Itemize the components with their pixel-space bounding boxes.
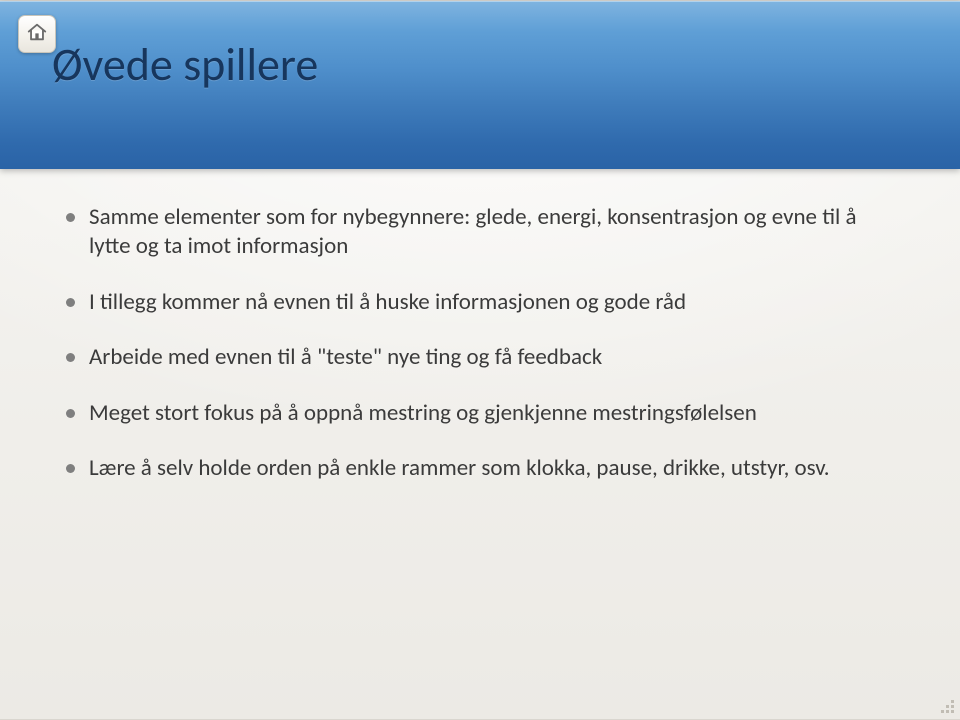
bullet-text: Meget stort fokus på å oppnå mestring og… bbox=[89, 399, 894, 428]
slide: Øvede spillere Samme elementer som for n… bbox=[0, 0, 960, 720]
list-item: I tillegg kommer nå evnen til å huske in… bbox=[66, 288, 894, 317]
bullet-icon bbox=[66, 464, 75, 473]
home-button[interactable] bbox=[18, 15, 56, 53]
home-icon bbox=[26, 21, 48, 48]
bullet-text: I tillegg kommer nå evnen til å huske in… bbox=[89, 288, 894, 317]
list-item: Arbeide med evnen til å "teste" nye ting… bbox=[66, 343, 894, 372]
bullet-text: Samme elementer som for nybegynnere: gle… bbox=[89, 203, 894, 262]
list-item: Samme elementer som for nybegynnere: gle… bbox=[66, 203, 894, 262]
resize-grip-icon bbox=[936, 695, 954, 713]
bullet-text: Arbeide med evnen til å "teste" nye ting… bbox=[89, 343, 894, 372]
bullet-icon bbox=[66, 213, 75, 222]
slide-title: Øvede spillere bbox=[52, 37, 318, 93]
bullet-icon bbox=[66, 353, 75, 362]
bullet-icon bbox=[66, 409, 75, 418]
list-item: Lære å selv holde orden på enkle rammer … bbox=[66, 454, 894, 483]
bullet-list: Samme elementer som for nybegynnere: gle… bbox=[66, 203, 894, 510]
list-item: Meget stort fokus på å oppnå mestring og… bbox=[66, 399, 894, 428]
bullet-icon bbox=[66, 298, 75, 307]
bullet-text: Lære å selv holde orden på enkle rammer … bbox=[89, 454, 894, 483]
